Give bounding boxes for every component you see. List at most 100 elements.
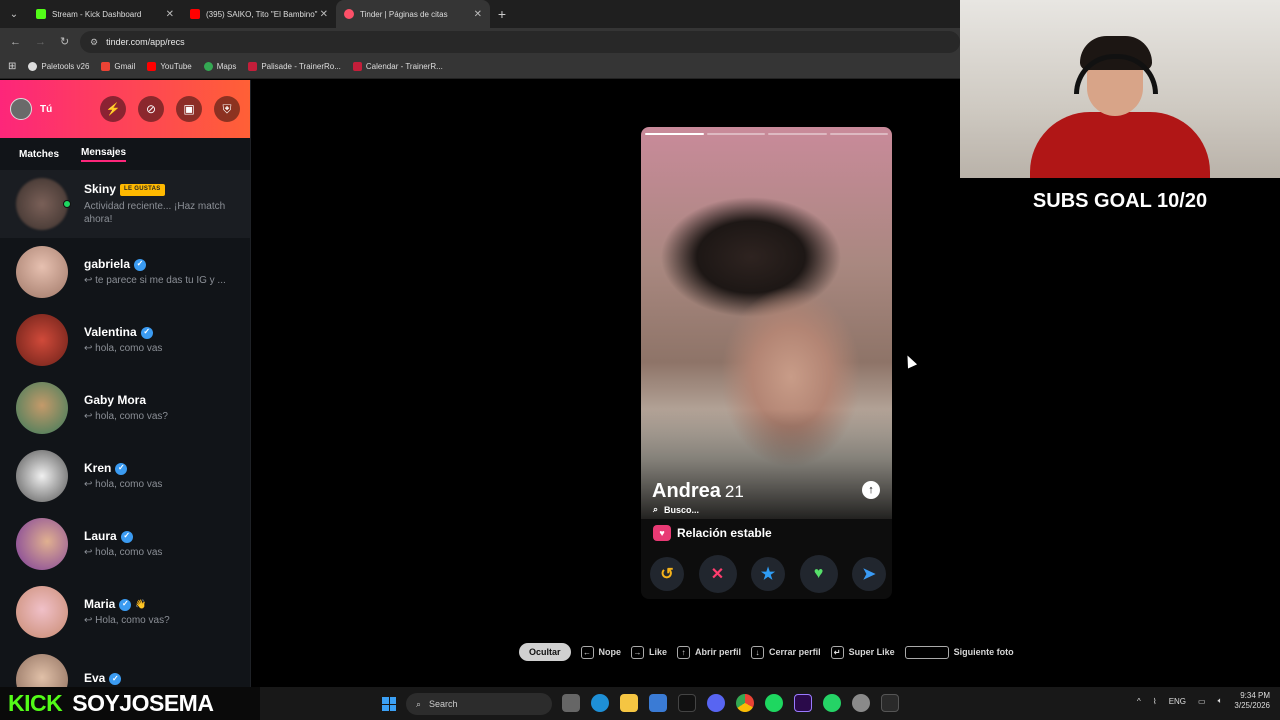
apps-icon[interactable]: ⊞ <box>8 61 16 72</box>
premiere-icon[interactable] <box>794 694 812 712</box>
discord-icon[interactable] <box>707 694 725 712</box>
rewind-button[interactable]: ↺ <box>650 557 684 591</box>
open-profile-button[interactable]: ↑ <box>862 481 880 499</box>
task-view-icon[interactable] <box>562 694 580 712</box>
new-tab-button[interactable]: + <box>490 6 514 22</box>
super-like-button[interactable]: ★ <box>751 557 785 591</box>
tab-youtube[interactable]: (395) SAIKO, Tito "El Bambino" ✕ <box>182 0 336 28</box>
chevron-up-icon[interactable]: ^ <box>1137 697 1141 706</box>
store-icon[interactable] <box>649 694 667 712</box>
file-explorer-icon[interactable] <box>620 694 638 712</box>
explore-icon[interactable]: ⊘ <box>138 96 164 122</box>
up-arrow-key-icon: ↑ <box>677 645 691 659</box>
tiktok-icon[interactable] <box>678 694 696 712</box>
search-icon: ⌕ <box>416 698 422 709</box>
photo-indicator[interactable] <box>768 133 827 135</box>
shortcut-open-profile: ↑ Abrir perfil <box>677 645 741 659</box>
list-item[interactable]: Skiny LE GUSTAS Actividad reciente... ¡Ha… <box>0 170 250 238</box>
bookmark-gmail[interactable]: Gmail <box>101 62 135 71</box>
list-item[interactable]: gabriela ✓ ↩ te parece si me das tu IG y … <box>0 238 250 306</box>
obs-icon[interactable] <box>881 694 899 712</box>
avatar <box>16 586 68 638</box>
list-item[interactable]: Eva ✓ <box>0 646 250 687</box>
relationship-goal: ♥ Relación estable <box>653 525 772 541</box>
kick-logo: KICK <box>8 690 63 716</box>
display-icon[interactable]: ▭ <box>1198 697 1206 706</box>
clock-date: 3/25/2026 <box>1234 701 1270 711</box>
tab-label: Stream - Kick Dashboard <box>52 9 142 19</box>
network-icon[interactable]: ⌇ <box>1153 697 1157 706</box>
address-bar[interactable]: ⚙ tinder.com/app/recs <box>80 31 960 53</box>
chrome-icon[interactable] <box>736 694 754 712</box>
language-indicator[interactable]: ENG <box>1169 697 1186 706</box>
whatsapp-icon[interactable] <box>823 694 841 712</box>
photo-indicator[interactable] <box>645 133 704 135</box>
bookmark-label: YouTube <box>160 62 192 71</box>
list-item[interactable]: Kren ✓ ↩ hola, como vas <box>0 442 250 510</box>
forward-icon[interactable]: → <box>35 36 46 48</box>
bookmark-label: Maps <box>216 62 237 71</box>
volume-icon[interactable]: 🔈︎ <box>1218 696 1223 706</box>
tab-matches[interactable]: Matches <box>19 149 59 160</box>
bookmark-youtube[interactable]: YouTube <box>147 62 192 71</box>
message-preview: ↩ te parece si me das tu IG y ... <box>84 275 226 287</box>
taskbar-search[interactable]: ⌕ Search <box>406 693 552 715</box>
bookmark-maps[interactable]: Maps <box>203 62 237 71</box>
back-icon[interactable]: ← <box>10 36 21 48</box>
close-icon[interactable]: ✕ <box>320 9 328 20</box>
clock[interactable]: 9:34 PM 3/25/2026 <box>1234 691 1270 712</box>
stream-banner: KICK SOYJOSEMA <box>0 687 260 720</box>
reload-icon[interactable]: ↻ <box>60 35 69 48</box>
site-info-icon[interactable]: ⚙ <box>90 37 98 48</box>
globe-icon <box>28 62 38 71</box>
list-item[interactable]: Laura ✓ ↩ hola, como vas <box>0 510 250 578</box>
likes-you-badge: LE GUSTAS <box>120 184 165 196</box>
shortcut-close-profile: ↓ Cerrar perfil <box>751 645 821 659</box>
message-preview: ↩ hola, como vas <box>84 343 163 355</box>
profile-card[interactable]: Andrea 21 ↑ ⌕ Busco... ♥ Relación estable <box>641 127 892 599</box>
close-icon[interactable]: ✕ <box>166 9 174 20</box>
nope-button[interactable]: ✕ <box>698 555 737 593</box>
clock-time: 9:34 PM <box>1240 691 1270 700</box>
tab-search-icon[interactable]: ⌄ <box>0 0 28 28</box>
boost-button[interactable]: ➤ <box>852 557 886 591</box>
safety-shield-icon[interactable]: ⛨ <box>214 96 240 122</box>
verified-icon: ✓ <box>115 462 128 475</box>
tab-tinder[interactable]: Tinder | Páginas de citas ✕ <box>336 0 490 28</box>
bookmark-paletools[interactable]: Paletools v26 <box>28 62 89 71</box>
list-item[interactable]: Gaby Mora ↩ hola, como vas? <box>0 374 250 442</box>
photo-indicator[interactable] <box>706 133 765 135</box>
avatar[interactable] <box>10 98 32 120</box>
start-icon[interactable] <box>382 697 396 711</box>
bookmark-palisade[interactable]: Palisade - TrainerRo... <box>248 62 341 71</box>
youtube-favicon-icon <box>190 9 200 19</box>
enter-key-icon: ↵ <box>830 645 844 659</box>
profile-label[interactable]: Tú <box>40 104 52 115</box>
tab-kick-dashboard[interactable]: Stream - Kick Dashboard ✕ <box>28 0 182 28</box>
edge-icon[interactable] <box>591 694 609 712</box>
contact-name: Laura <box>84 528 117 543</box>
verified-icon: ✓ <box>120 530 133 543</box>
browser-tab-bar: ⌄ Stream - Kick Dashboard ✕ (395) SAIKO,… <box>0 0 960 28</box>
close-icon[interactable]: ✕ <box>474 9 482 20</box>
contact-name: Kren <box>84 460 112 475</box>
contact-name: Gaby Mora <box>84 392 147 407</box>
bookmark-calendar[interactable]: Calendar - TrainerR... <box>352 62 443 71</box>
looking-for-label: Busco... <box>664 504 700 515</box>
hide-shortcuts-button[interactable]: Ocultar <box>519 643 571 661</box>
boost-icon[interactable]: ⚡ <box>100 96 126 122</box>
contact-name: Valentina <box>84 324 137 339</box>
shortcut-next-photo: Siguiente foto <box>904 645 1014 659</box>
tab-messages[interactable]: Mensajes <box>81 147 127 162</box>
list-item[interactable]: Maria ✓ 👋 ↩ Hola, como vas? <box>0 578 250 646</box>
photo-indicator[interactable] <box>829 133 888 135</box>
avatar <box>16 382 68 434</box>
photo-progress <box>645 133 888 135</box>
steam-icon[interactable] <box>852 694 870 712</box>
sidebar-header: Tú ⚡ ⊘ ▣ ⛨ <box>0 80 250 138</box>
message-preview: Actividad reciente... ¡Haz match ahora! <box>84 200 226 225</box>
list-item[interactable]: Valentina ✓ ↩ hola, como vas <box>0 306 250 374</box>
like-button[interactable]: ♥ <box>799 555 838 593</box>
spotify-icon[interactable] <box>765 694 783 712</box>
work-icon[interactable]: ▣ <box>176 96 202 122</box>
